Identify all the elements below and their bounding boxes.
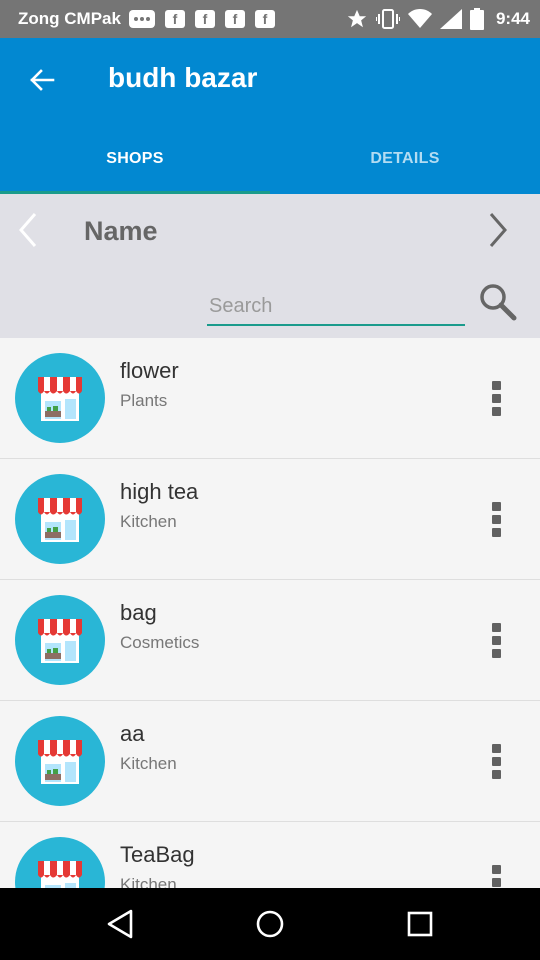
navigation-bar [0, 888, 540, 960]
arrow-left-icon [30, 69, 55, 91]
list-item[interactable]: aa Kitchen [0, 701, 540, 822]
square-recents-icon [407, 911, 433, 937]
search-input[interactable] [207, 288, 465, 326]
shop-icon [15, 716, 105, 806]
list-item[interactable]: bag Cosmetics [0, 580, 540, 701]
message-icon [128, 10, 155, 28]
nav-back-button[interactable] [98, 902, 142, 946]
list-item[interactable]: high tea Kitchen [0, 459, 540, 580]
list-item[interactable]: flower Plants [0, 338, 540, 459]
more-options-icon[interactable] [478, 616, 514, 664]
facebook-icon: f [254, 10, 275, 28]
shop-category: Kitchen [120, 875, 177, 888]
shop-name: flower [120, 358, 179, 383]
list-item[interactable]: TeaBag Kitchen [0, 822, 540, 888]
shop-category: Kitchen [120, 754, 177, 773]
battery-icon [469, 8, 484, 30]
more-options-icon[interactable] [478, 374, 514, 422]
search-button[interactable] [474, 278, 522, 326]
shop-icon [15, 837, 105, 888]
more-options-icon[interactable] [478, 737, 514, 785]
filter-panel: Name [0, 194, 540, 338]
chevron-left-icon [19, 213, 37, 247]
filter-label: Name [84, 216, 158, 246]
triangle-back-icon [107, 909, 133, 939]
facebook-icon: f [224, 10, 245, 28]
chevron-right-icon [489, 213, 507, 247]
tab-shops[interactable]: SHOPS [0, 136, 270, 194]
shop-icon [15, 595, 105, 685]
more-options-icon[interactable] [478, 858, 514, 888]
shop-name: high tea [120, 479, 199, 504]
signal-icon [439, 9, 462, 29]
shop-name: TeaBag [120, 842, 195, 867]
back-button[interactable] [22, 60, 62, 100]
star-icon [347, 9, 367, 28]
tab-shops-label: SHOPS [106, 150, 164, 167]
next-filter-button[interactable] [480, 210, 516, 250]
shop-name: aa [120, 721, 145, 746]
system-icons: 9:44 [346, 8, 530, 30]
shop-category: Plants [120, 391, 168, 410]
shop-category: Cosmetics [120, 633, 200, 652]
status-bar: Zong CMPak f f f f 9:44 [0, 0, 540, 38]
shop-category: Kitchen [120, 512, 177, 531]
shop-name: bag [120, 600, 157, 625]
nav-recents-button[interactable] [398, 902, 442, 946]
circle-home-icon [256, 910, 284, 938]
search-icon [480, 284, 517, 321]
carrier-name: Zong CMPak [18, 9, 121, 28]
wifi-icon [407, 9, 432, 28]
shop-icon [15, 353, 105, 443]
facebook-icon: f [194, 10, 215, 28]
shop-list[interactable]: flower Plants high tea Kitchen bag Cosme… [0, 338, 540, 888]
facebook-icon: f [164, 10, 185, 28]
shop-icon [15, 474, 105, 564]
clock: 9:44 [495, 9, 530, 28]
more-options-icon[interactable] [478, 495, 514, 543]
vibrate-icon [375, 9, 400, 29]
notification-icons: f f f f [128, 10, 275, 28]
page-title: budh bazar [108, 62, 258, 93]
tab-details[interactable]: DETAILS [270, 136, 540, 194]
app-bar: budh bazar SHOPS DETAILS [0, 38, 540, 194]
nav-home-button[interactable] [248, 902, 292, 946]
previous-filter-button[interactable] [10, 210, 46, 250]
tab-details-label: DETAILS [370, 150, 440, 167]
